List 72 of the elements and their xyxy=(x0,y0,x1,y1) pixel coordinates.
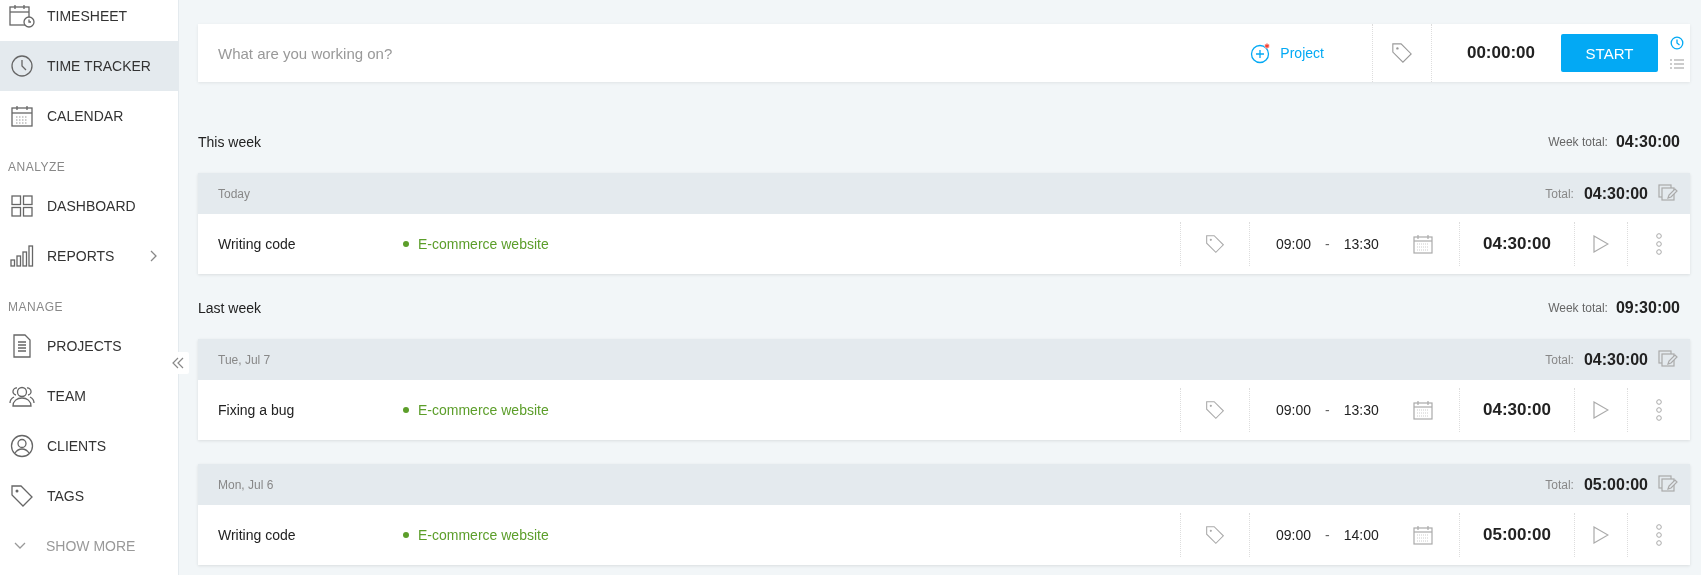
week-total: 09:30:00 xyxy=(1615,299,1680,317)
day-total: 04:30:00 xyxy=(1583,184,1648,203)
calendar-icon[interactable] xyxy=(1413,234,1433,254)
end-time[interactable]: 13:30 xyxy=(1343,402,1379,418)
bulk-edit-icon[interactable] xyxy=(1658,474,1678,495)
time-separator: - xyxy=(1325,236,1330,252)
day-total-label: Total: xyxy=(1545,186,1574,201)
time-separator: - xyxy=(1325,527,1330,543)
sidebar-item[interactable]: PROJECTS xyxy=(0,321,178,371)
dashboard-icon xyxy=(9,194,35,218)
end-time[interactable]: 14:00 xyxy=(1343,527,1379,543)
play-icon[interactable] xyxy=(1593,401,1609,419)
sidebar-item[interactable]: CLIENTS xyxy=(0,421,178,471)
clock-mode-icon[interactable] xyxy=(1670,36,1684,50)
bulk-edit-icon[interactable] xyxy=(1658,349,1678,370)
more-icon[interactable] xyxy=(1655,524,1663,546)
entry-description[interactable]: Writing code xyxy=(218,527,403,543)
chevron-down-icon xyxy=(14,542,26,550)
sidebar-item[interactable]: TAGS xyxy=(0,471,178,521)
more-icon[interactable] xyxy=(1655,399,1663,421)
start-time[interactable]: 09:00 xyxy=(1276,527,1312,543)
bar-chart-icon xyxy=(9,244,35,268)
day-label: Mon, Jul 6 xyxy=(218,477,274,492)
calendar-icon[interactable] xyxy=(1413,400,1433,420)
day-total-label: Total: xyxy=(1545,352,1574,367)
week-total: 04:30:00 xyxy=(1615,133,1680,151)
timer-display: 00:00:00 xyxy=(1466,43,1535,63)
chevron-right-icon xyxy=(150,250,158,262)
day-label: Today xyxy=(218,186,251,201)
sidebar-item[interactable]: REPORTS xyxy=(0,231,178,281)
people-icon xyxy=(9,384,35,408)
calendar-icon[interactable] xyxy=(1413,525,1433,545)
tag-icon[interactable] xyxy=(1205,525,1225,545)
section-heading: ANALYZE xyxy=(7,159,67,176)
end-time[interactable]: 13:30 xyxy=(1343,236,1379,252)
list-mode-icon[interactable] xyxy=(1670,58,1684,70)
sidebar-item[interactable]: TEAM xyxy=(0,371,178,421)
entry-description[interactable]: Fixing a bug xyxy=(218,402,403,418)
sidebar-item[interactable]: DASHBOARD xyxy=(0,181,178,231)
day-label: Tue, Jul 7 xyxy=(218,352,271,367)
tag-icon[interactable] xyxy=(1205,400,1225,420)
play-icon[interactable] xyxy=(1593,526,1609,544)
tag-icon xyxy=(9,484,35,508)
entry-duration[interactable]: 05:00:00 xyxy=(1482,525,1552,545)
clock-icon xyxy=(9,54,35,78)
sidebar-item[interactable]: CALENDAR xyxy=(0,91,178,141)
entry-description[interactable]: Writing code xyxy=(218,236,403,252)
tag-button[interactable] xyxy=(1390,42,1413,64)
day-total-label: Total: xyxy=(1545,477,1574,492)
start-time[interactable]: 09:00 xyxy=(1276,402,1312,418)
calendar-clock-icon xyxy=(9,4,35,28)
week-total-label: Week total: xyxy=(1548,135,1608,149)
sidebar-item[interactable]: TIMESHEET xyxy=(0,0,178,41)
week-label: Last week xyxy=(198,300,262,316)
bulk-edit-icon[interactable] xyxy=(1658,183,1678,204)
week-total-label: Week total: xyxy=(1548,301,1608,315)
entry-duration[interactable]: 04:30:00 xyxy=(1482,234,1552,254)
day-total: 05:00:00 xyxy=(1583,475,1648,494)
user-circle-icon xyxy=(9,434,35,458)
play-icon[interactable] xyxy=(1593,235,1609,253)
section-heading: MANAGE xyxy=(7,299,64,316)
time-separator: - xyxy=(1325,402,1330,418)
entry-duration[interactable]: 04:30:00 xyxy=(1482,400,1552,420)
double-chevron-left-icon[interactable] xyxy=(172,357,184,369)
week-label: This week xyxy=(198,134,262,150)
start-time[interactable]: 09:00 xyxy=(1276,236,1312,252)
more-icon[interactable] xyxy=(1655,233,1663,255)
sidebar-item[interactable]: TIME TRACKER xyxy=(0,41,178,91)
calendar-icon xyxy=(9,104,35,128)
text-input[interactable]: What are you working on? xyxy=(218,41,1251,65)
day-total: 04:30:00 xyxy=(1583,350,1648,369)
tag-icon[interactable] xyxy=(1205,234,1225,254)
